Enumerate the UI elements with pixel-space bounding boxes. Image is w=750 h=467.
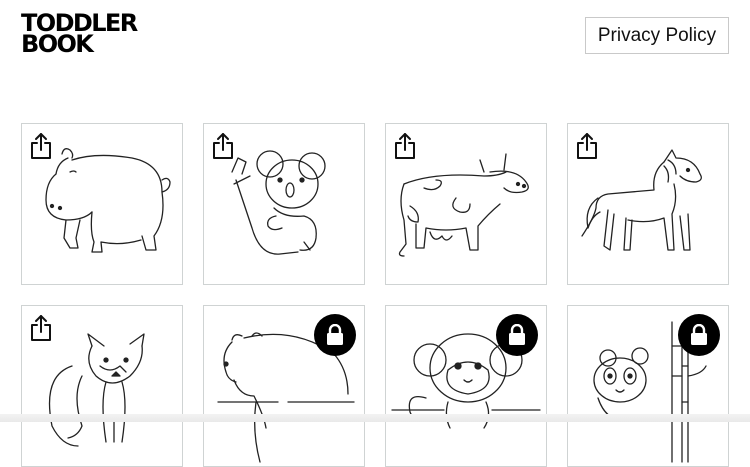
lock-icon: [691, 324, 707, 345]
lock-icon: [327, 324, 343, 345]
coloring-card-monkey[interactable]: [385, 305, 547, 467]
app-logo: TODDLER BOOK: [21, 11, 138, 58]
coloring-card-bear[interactable]: [203, 305, 365, 467]
coloring-card-koala[interactable]: [203, 123, 365, 285]
share-icon[interactable]: [29, 132, 53, 160]
coloring-card-hippo[interactable]: [21, 123, 183, 285]
privacy-policy-button[interactable]: Privacy Policy: [585, 17, 729, 54]
coloring-card-horse[interactable]: [567, 123, 729, 285]
lock-badge[interactable]: [496, 314, 538, 356]
share-icon[interactable]: [211, 132, 235, 160]
lock-badge[interactable]: [314, 314, 356, 356]
share-icon[interactable]: [29, 314, 53, 342]
logo-line-2: BOOK: [21, 30, 94, 58]
coloring-card-fox[interactable]: [21, 305, 183, 467]
lock-badge[interactable]: [678, 314, 720, 356]
share-icon[interactable]: [575, 132, 599, 160]
coloring-card-cow[interactable]: [385, 123, 547, 285]
lock-icon: [509, 324, 525, 345]
coloring-card-panda[interactable]: [567, 305, 729, 467]
share-icon[interactable]: [393, 132, 417, 160]
bottom-edge: [0, 414, 750, 422]
